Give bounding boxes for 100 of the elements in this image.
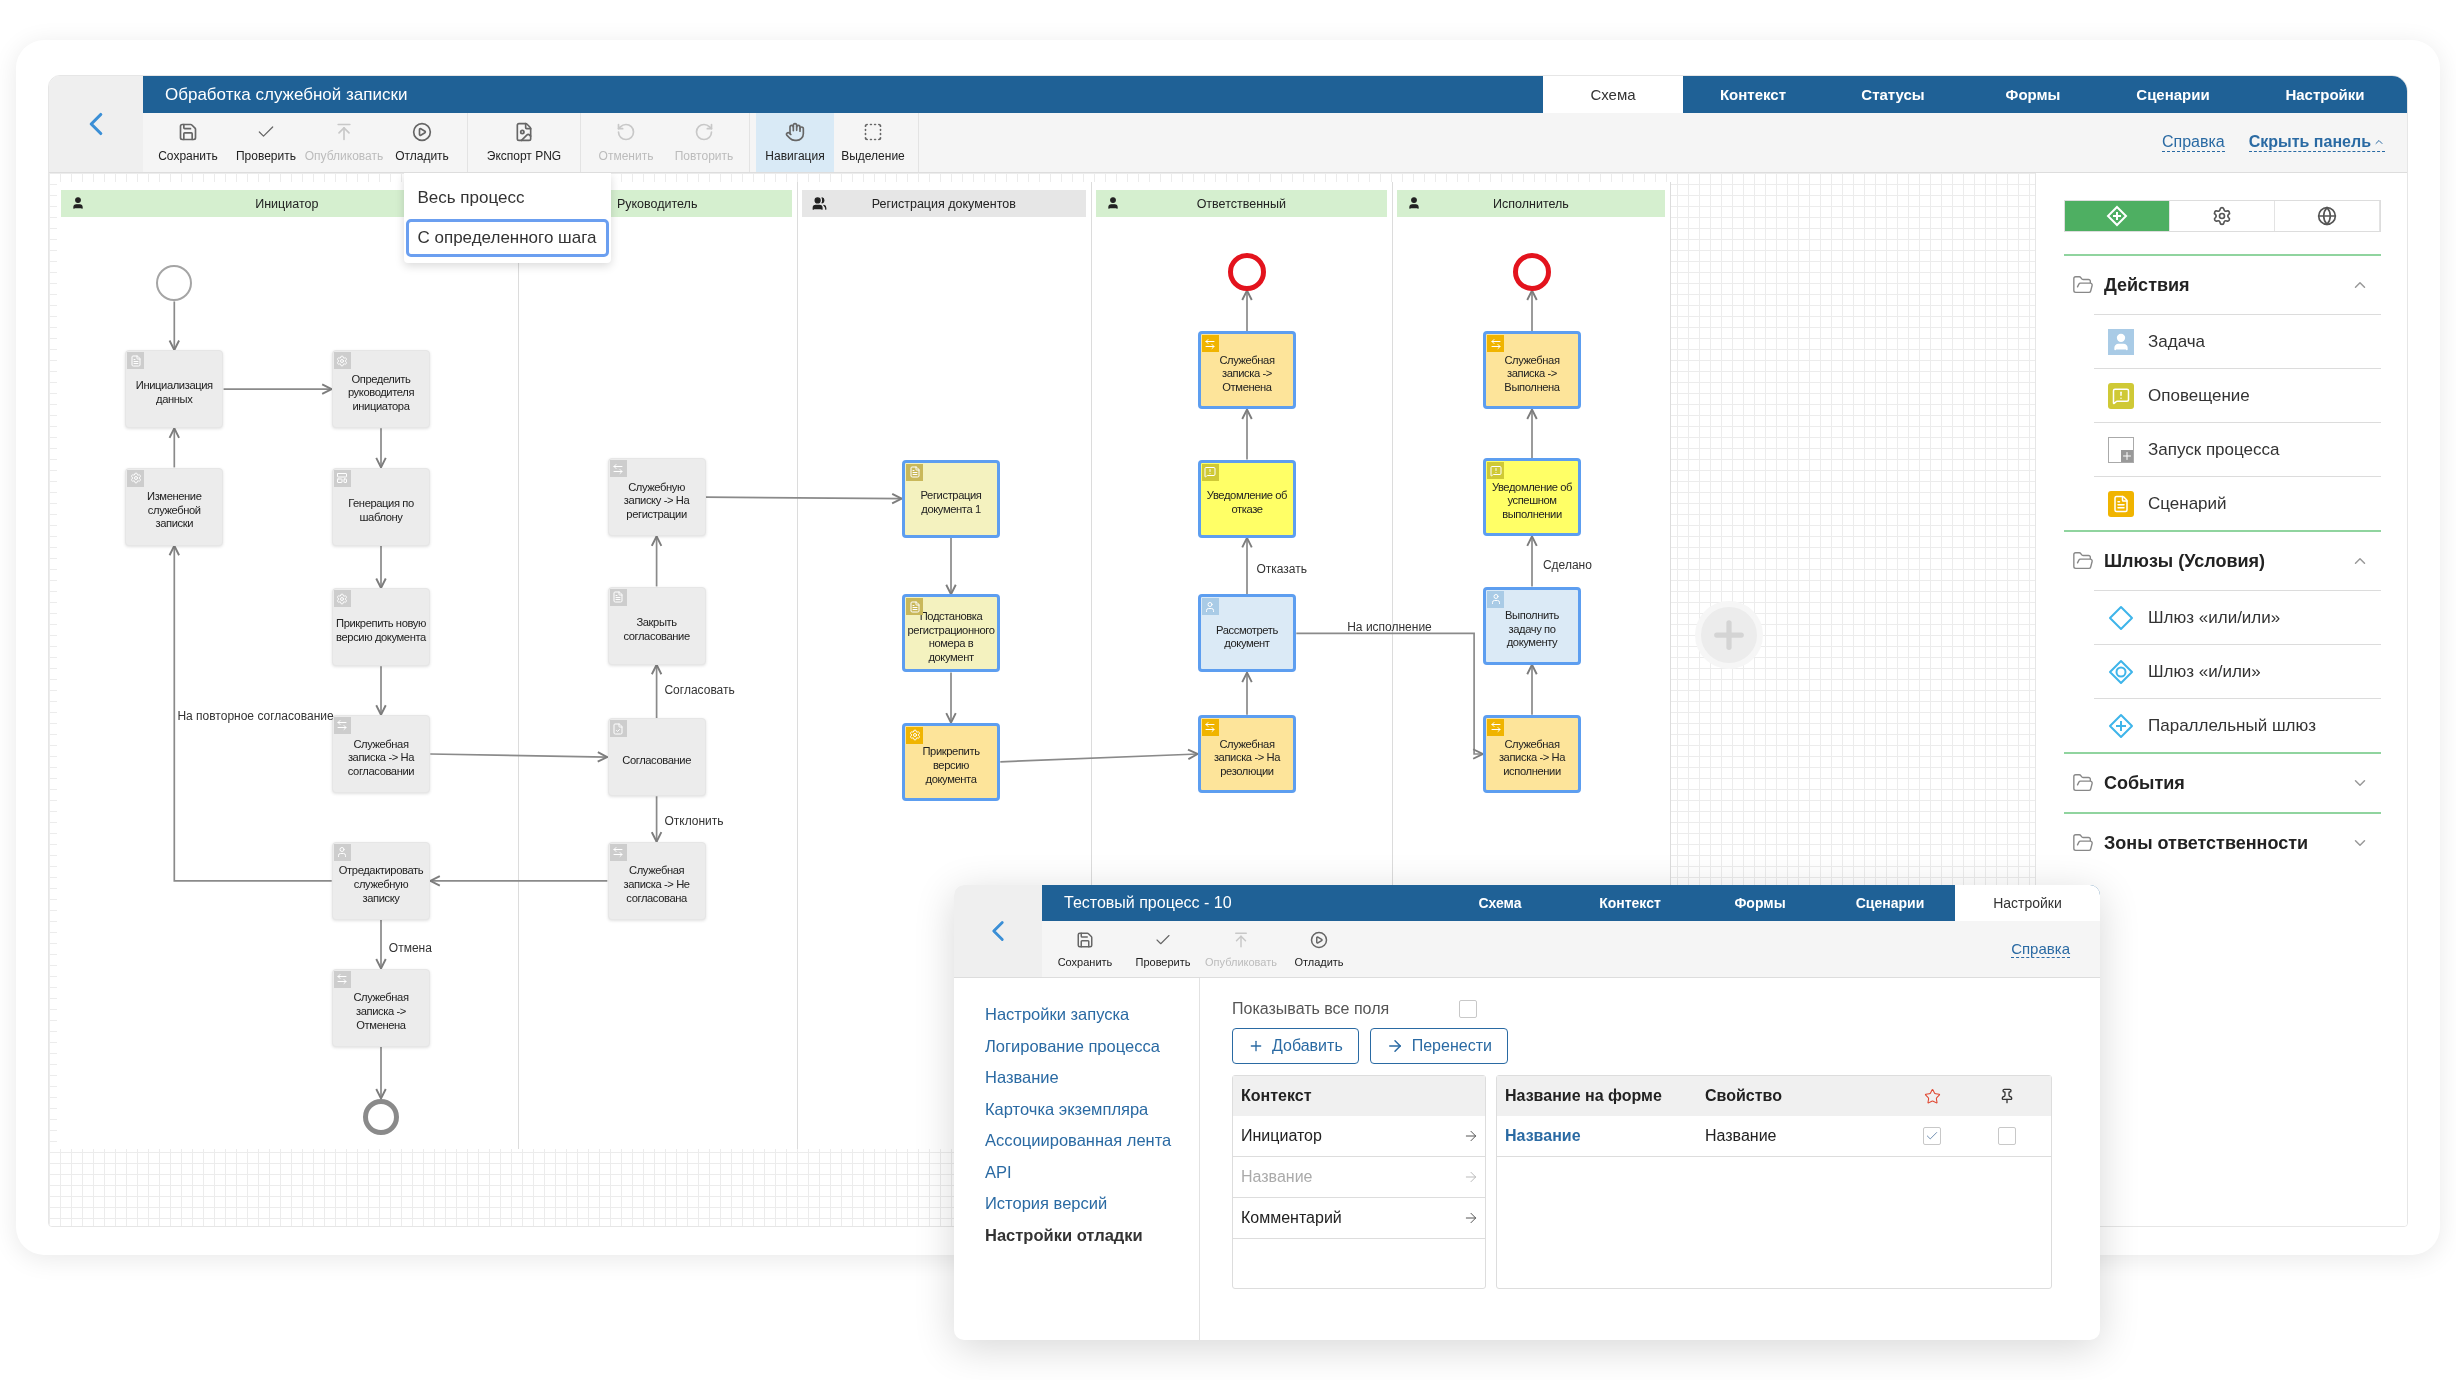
- tab[interactable]: Сценарии: [1825, 885, 1955, 921]
- checkbox[interactable]: [1998, 1127, 2016, 1145]
- section-header[interactable]: Шлюзы (Условия): [2064, 532, 2381, 590]
- palette-item[interactable]: Задача: [2094, 314, 2381, 368]
- nav-link[interactable]: Настройки запуска: [985, 1004, 1199, 1025]
- table-cell-text: Название: [1241, 1168, 1314, 1186]
- hide-panel-link[interactable]: Скрыть панель: [2248, 133, 2385, 152]
- tab[interactable]: Схема: [1435, 885, 1565, 921]
- tab[interactable]: Формы: [1695, 885, 1825, 921]
- step-label: Уведомление об успешном выполнении: [1490, 480, 1574, 522]
- check-button[interactable]: Проверить: [227, 113, 305, 172]
- palette-item[interactable]: Параллельный шлюз: [2094, 698, 2381, 752]
- hand-icon: [785, 122, 805, 142]
- window-title: Тестовый процесс - 10: [1063, 894, 1233, 912]
- swap-arrows-icon: [1202, 719, 1219, 736]
- menu-item[interactable]: Весь процесс: [406, 179, 610, 217]
- lane-title: Ответственный: [1196, 196, 1286, 211]
- item-label: Шлюз «и/или»: [2148, 661, 2261, 682]
- person-icon: [2108, 328, 2134, 355]
- item-label: Задача: [2148, 331, 2206, 352]
- save-button[interactable]: Сохранить: [1046, 921, 1124, 977]
- arrow-right-icon[interactable]: [1463, 1210, 1479, 1226]
- section-header[interactable]: Действия: [2064, 256, 2381, 314]
- tab[interactable]: Схема: [1543, 76, 1683, 113]
- nav-link[interactable]: Настройки отладки: [985, 1224, 1199, 1246]
- swap-arrows-icon: [1202, 335, 1219, 353]
- tab[interactable]: Сценарии: [2103, 76, 2243, 113]
- table-cell-text: Название: [1705, 1127, 1778, 1145]
- item-label: Сценарий: [2148, 493, 2227, 514]
- connector-label: Согласовать: [664, 682, 735, 697]
- tab[interactable]: Контекст: [1565, 885, 1695, 921]
- palette-item[interactable]: Оповещение: [2094, 368, 2381, 422]
- tab[interactable]: Контекст: [1683, 76, 1823, 113]
- play-icon: [1310, 930, 1328, 949]
- section-header[interactable]: Зоны ответственности: [2064, 814, 2381, 872]
- nav-link[interactable]: API: [985, 1161, 1199, 1183]
- step-label: Генерация по шаблону: [347, 496, 415, 525]
- checkbox[interactable]: [1923, 1127, 1941, 1145]
- connector-arrow: [945, 537, 957, 596]
- save-icon: [178, 122, 198, 142]
- nav-link[interactable]: История версий: [985, 1193, 1199, 1214]
- step-label: Уведомление об отказе: [1205, 489, 1289, 517]
- selection-tool[interactable]: Выделение: [834, 113, 912, 172]
- palette-item[interactable]: Шлюз «или/или»: [2094, 590, 2381, 644]
- connector-label: Отклонить: [664, 814, 724, 829]
- step-label: Прикрепить новую версию документа: [335, 617, 427, 645]
- step-label: Служебная записка -> Не согласована: [622, 864, 691, 906]
- navigation-tool[interactable]: Навигация: [756, 113, 834, 172]
- connector-arrow: [945, 671, 957, 724]
- tab[interactable]: Настройки: [2243, 76, 2407, 113]
- step-label: Рассмотреть документ: [1215, 623, 1279, 652]
- tab[interactable]: Статусы: [1823, 76, 1963, 113]
- export-button[interactable]: Экспорт PNG: [474, 113, 574, 172]
- section-title: Шлюзы (Условия): [2104, 550, 2267, 572]
- help-link[interactable]: Справка: [2011, 940, 2070, 958]
- palette-item[interactable]: Сценарий: [2094, 476, 2381, 530]
- debug-button[interactable]: Отладить: [1280, 921, 1358, 977]
- plus-icon: [1248, 1038, 1264, 1054]
- add-button[interactable]: Добавить: [1232, 1028, 1359, 1064]
- connector-arrow: [168, 427, 180, 469]
- item-label: Запуск процесса: [2148, 439, 2280, 460]
- connector-arrow: [375, 665, 387, 716]
- person-icon: [334, 843, 351, 861]
- diamond-plus-icon: [2106, 205, 2128, 227]
- checkbox-label: Показывать все поля: [1232, 1000, 1391, 1018]
- palette-item[interactable]: Запуск процесса: [2094, 422, 2381, 476]
- help-link[interactable]: Справка: [2162, 133, 2225, 152]
- connector-arrow: [1526, 289, 1538, 333]
- people-icon: [811, 196, 827, 211]
- section-header[interactable]: События: [2064, 754, 2381, 812]
- person-icon: [70, 196, 85, 210]
- nav-link[interactable]: Логирование процесса: [985, 1035, 1199, 1057]
- person-icon: [1202, 598, 1219, 616]
- folder-icon: [2072, 772, 2094, 794]
- connector-label: На повторное согласование: [177, 709, 334, 724]
- debug-button[interactable]: Отладить: [383, 113, 461, 172]
- checkbox[interactable]: [1459, 1000, 1477, 1018]
- nav-link[interactable]: Название: [985, 1067, 1199, 1088]
- connector-arrow: [650, 795, 663, 843]
- arrow-right-icon[interactable]: [1463, 1128, 1479, 1144]
- tab[interactable]: Формы: [1963, 76, 2103, 113]
- connector-arrow: [375, 919, 387, 970]
- menu-item[interactable]: С определенного шага: [406, 219, 610, 257]
- upload-icon: [1232, 930, 1250, 949]
- connector-label: На исполнение: [1347, 620, 1432, 635]
- tab[interactable]: Настройки: [1955, 885, 2100, 921]
- table-cell[interactable]: Название: [1505, 1127, 1705, 1145]
- save-button[interactable]: Сохранить: [149, 113, 227, 172]
- check-button[interactable]: Проверить: [1124, 921, 1202, 977]
- move-button[interactable]: Перенести: [1369, 1028, 1508, 1064]
- nav-link[interactable]: Ассоциированная лента: [985, 1130, 1199, 1151]
- globe-icon: [2317, 206, 2337, 226]
- step-label: Служебная записка -> На исполнении: [1497, 737, 1567, 779]
- step-label: Изменение служебной записки: [146, 490, 203, 532]
- alert-bubble-icon: [1487, 462, 1504, 480]
- check-icon: [1925, 1129, 1939, 1143]
- connector-arrow: [1526, 408, 1538, 459]
- column-header: Свойство: [1705, 1087, 1783, 1105]
- palette-item[interactable]: Шлюз «и/или»: [2094, 644, 2381, 698]
- nav-link[interactable]: Карточка экземпляра: [985, 1098, 1199, 1120]
